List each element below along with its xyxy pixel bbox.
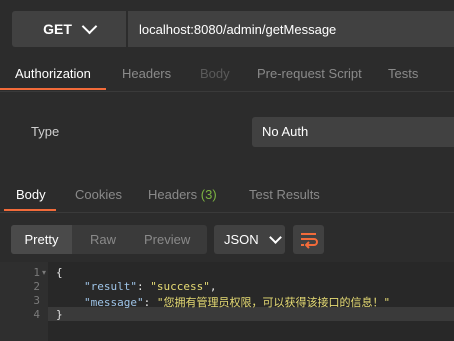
auth-type-value: No Auth — [262, 124, 309, 139]
line-number: 3 — [33, 294, 40, 307]
active-response-tab-indicator — [4, 209, 56, 211]
fold-arrow-icon[interactable]: ▾ — [42, 268, 46, 277]
tab-headers[interactable]: Headers — [122, 59, 171, 89]
json-value: "您拥有管理员权限，可以获得该接口的信息！" — [156, 296, 391, 309]
url-input[interactable]: localhost:8080/admin/getMessage — [128, 11, 454, 47]
headers-label: Headers — [148, 187, 198, 202]
tab-response-headers[interactable]: Headers (3) — [148, 180, 217, 210]
json-key: "result" — [84, 280, 137, 293]
tab-pre-request-script[interactable]: Pre-request Script — [257, 59, 362, 89]
tab-authorization[interactable]: Authorization — [15, 59, 91, 89]
method-select[interactable]: GET — [12, 11, 126, 47]
line-number: 4 — [33, 308, 40, 321]
format-select[interactable]: JSON — [214, 225, 285, 254]
tab-response-body[interactable]: Body — [16, 180, 46, 210]
tab-cookies[interactable]: Cookies — [75, 180, 122, 210]
headers-count-badge: (3) — [200, 187, 217, 202]
line-number: 1 — [33, 266, 40, 279]
active-tab-indicator — [0, 88, 106, 90]
json-key: "message" — [84, 296, 144, 309]
wrap-lines-button[interactable] — [293, 225, 324, 254]
json-open-brace: { — [56, 266, 63, 279]
line-number: 2 — [33, 280, 40, 293]
response-tabs: Body Cookies Headers (3) Test Results — [0, 180, 454, 213]
view-mode-group: Pretty Raw Preview — [11, 225, 207, 254]
url-value: localhost:8080/admin/getMessage — [139, 21, 337, 37]
tab-tests[interactable]: Tests — [388, 59, 418, 89]
auth-type-select[interactable]: No Auth — [252, 117, 454, 147]
json-close-brace: } — [56, 308, 63, 321]
json-line: "message": "您拥有管理员权限，可以获得该接口的信息！" — [84, 296, 391, 309]
json-value: "success" — [150, 280, 210, 293]
pretty-button[interactable]: Pretty — [11, 225, 72, 254]
auth-type-label: Type — [31, 124, 60, 139]
wrap-lines-icon — [301, 233, 318, 249]
tab-test-results[interactable]: Test Results — [249, 180, 320, 210]
format-value: JSON — [224, 232, 259, 247]
raw-button[interactable]: Raw — [90, 225, 116, 254]
chevron-down-icon — [268, 231, 282, 244]
json-line: "result": "success", — [84, 280, 217, 293]
method-label: GET — [43, 21, 72, 37]
preview-button[interactable]: Preview — [144, 225, 190, 254]
chevron-down-icon — [81, 18, 98, 35]
tab-body[interactable]: Body — [200, 59, 230, 89]
